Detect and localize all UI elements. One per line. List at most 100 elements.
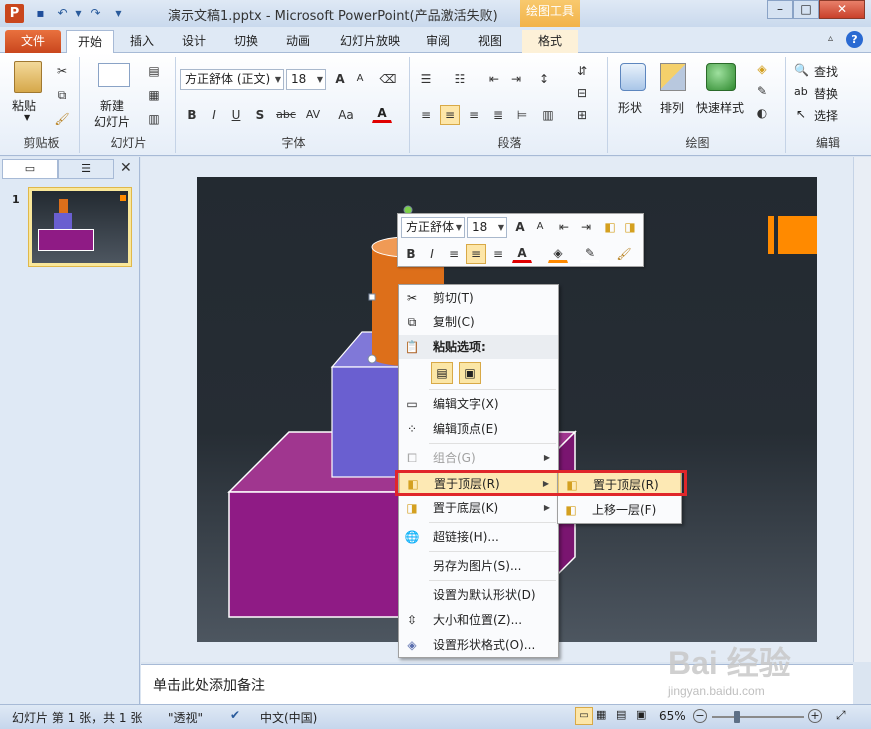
strikethrough-button[interactable]: abc <box>274 105 298 125</box>
vertical-scrollbar[interactable] <box>853 157 871 662</box>
cut-icon[interactable]: ✂ <box>52 61 72 81</box>
clear-formatting-icon[interactable]: ⌫ <box>378 69 398 89</box>
menu-item-size-position[interactable]: ⇳ 大小和位置(Z)... <box>399 608 558 632</box>
shapes-button-label[interactable]: 形状 <box>618 99 642 116</box>
align-right-icon[interactable]: ≡ <box>464 105 484 125</box>
select-icon[interactable]: ↖ <box>796 107 806 121</box>
reset-slide-icon[interactable]: ▦ <box>144 85 164 105</box>
shape-fill-icon[interactable]: ◈ <box>752 59 772 79</box>
quick-styles-button-label[interactable]: 快速样式 <box>696 99 744 116</box>
fit-to-window-icon[interactable]: ⤢ <box>836 708 846 723</box>
decrease-indent-icon[interactable]: ⇤ <box>484 69 504 89</box>
tab-animations[interactable]: 动画 <box>276 30 320 53</box>
shrink-font-icon[interactable]: A <box>350 69 370 89</box>
char-spacing-button[interactable]: AV <box>302 105 324 125</box>
mini-fill-color-icon[interactable]: ◈ <box>548 243 568 263</box>
menu-item-hyperlink[interactable]: 🌐 超链接(H)... <box>399 525 558 549</box>
new-slide-icon[interactable] <box>98 63 130 87</box>
zoom-level[interactable]: 65% <box>659 709 686 723</box>
columns-icon[interactable]: ▥ <box>538 105 558 125</box>
reading-view-icon[interactable]: ▤ <box>616 708 626 721</box>
grow-font-icon[interactable]: A <box>330 69 350 89</box>
tab-format[interactable]: 格式 <box>522 30 578 53</box>
new-slide-label-line2[interactable]: 幻灯片 <box>94 113 130 130</box>
paste-dropdown-icon[interactable]: ▼ <box>24 113 30 122</box>
tab-view[interactable]: 视图 <box>468 30 512 53</box>
undo-icon[interactable]: ↶ <box>54 5 71 22</box>
justify-icon[interactable]: ≣ <box>488 105 508 125</box>
menu-item-save-as-picture[interactable]: 另存为图片(S)... <box>399 554 558 578</box>
replace-button[interactable]: 替换 <box>814 85 838 102</box>
format-painter-icon[interactable]: 🖌 <box>52 109 72 129</box>
change-case-button[interactable]: Aa <box>334 105 358 125</box>
mini-bring-forward-icon[interactable]: ◧ <box>600 217 620 237</box>
copy-icon[interactable]: ⧉ <box>52 85 72 105</box>
menu-item-copy[interactable]: ⧉ 复制(C) <box>399 310 558 334</box>
replace-icon[interactable]: ab <box>794 85 808 98</box>
menu-item-set-default-shape[interactable]: 设置为默认形状(D) <box>399 583 558 607</box>
paste-keep-source-icon[interactable]: ▤ <box>431 362 453 384</box>
submenu-item-bring-forward[interactable]: ◧ 上移一层(F) <box>558 498 681 522</box>
zoom-in-icon[interactable]: + <box>808 709 822 723</box>
mini-align-right-icon[interactable]: ≡ <box>488 244 508 264</box>
align-center-icon[interactable]: ≡ <box>440 105 460 125</box>
normal-view-icon[interactable]: ▭ <box>575 707 593 725</box>
undo-dropdown-icon[interactable]: ▼ <box>70 5 87 22</box>
mini-shrink-font-icon[interactable]: A <box>530 217 550 237</box>
menu-item-edit-text[interactable]: ▭ 编辑文字(X) <box>399 392 558 416</box>
menu-item-edit-points[interactable]: ⁘ 编辑顶点(E) <box>399 417 558 441</box>
font-color-button[interactable]: A <box>372 103 392 123</box>
align-left-icon[interactable]: ≡ <box>416 105 436 125</box>
tab-insert[interactable]: 插入 <box>120 30 164 53</box>
increase-indent-icon[interactable]: ⇥ <box>506 69 526 89</box>
tab-review[interactable]: 审阅 <box>416 30 460 53</box>
help-icon[interactable]: ? <box>846 31 863 48</box>
mini-align-left-icon[interactable]: ≡ <box>444 244 464 264</box>
redo-icon[interactable]: ↷ <box>87 5 104 22</box>
tab-slideshow[interactable]: 幻灯片放映 <box>330 30 410 53</box>
slide-sorter-icon[interactable]: ▦ <box>596 708 606 721</box>
paste-as-picture-icon[interactable]: ▣ <box>459 362 481 384</box>
align-text-icon[interactable]: ⊟ <box>572 83 592 103</box>
menu-item-group[interactable]: ⧠ 组合(G) ▶ <box>399 446 558 470</box>
mini-font-color-icon[interactable]: A <box>512 243 532 263</box>
smartart-icon[interactable]: ⊞ <box>572 105 592 125</box>
paste-icon[interactable] <box>14 61 42 93</box>
select-button[interactable]: 选择 <box>814 107 838 124</box>
language-status[interactable]: 中文(中国) <box>260 709 317 726</box>
spell-check-icon[interactable]: ✔ <box>230 708 240 722</box>
tab-design[interactable]: 设计 <box>172 30 216 53</box>
mini-align-center-icon[interactable]: ≡ <box>466 244 486 264</box>
slide-thumbnail[interactable] <box>28 187 132 267</box>
distribute-icon[interactable]: ⊨ <box>512 105 532 125</box>
tab-file[interactable]: 文件 <box>5 30 61 53</box>
zoom-slider-thumb[interactable] <box>734 711 740 723</box>
close-panel-icon[interactable]: ✕ <box>120 160 132 176</box>
tab-home[interactable]: 开始 <box>66 30 114 54</box>
customize-qat-icon[interactable]: ▼ <box>110 5 127 22</box>
find-button[interactable]: 查找 <box>814 63 838 80</box>
minimize-button[interactable]: – <box>767 0 793 19</box>
slideshow-view-icon[interactable]: ▣ <box>636 708 646 721</box>
mini-outline-color-icon[interactable]: ✎ <box>580 243 600 263</box>
font-name-combo[interactable]: 方正舒体 (正文) ▼ <box>180 69 284 90</box>
shapes-icon[interactable] <box>620 63 646 91</box>
zoom-out-icon[interactable]: − <box>693 709 707 723</box>
font-size-combo[interactable]: 18 ▼ <box>286 69 326 90</box>
section-icon[interactable]: ▥ <box>144 109 164 129</box>
arrange-icon[interactable] <box>660 63 686 91</box>
layout-icon[interactable]: ▤ <box>144 61 164 81</box>
shape-effects-icon[interactable]: ◐ <box>752 103 772 123</box>
collapse-ribbon-icon[interactable]: ▵ <box>828 33 833 44</box>
menu-item-cut[interactable]: ✂ 剪切(T) <box>399 286 558 310</box>
mini-decrease-indent-icon[interactable]: ⇤ <box>554 217 574 237</box>
find-icon[interactable]: 🔍 <box>794 63 809 77</box>
outline-tab[interactable]: ☰ <box>58 159 114 179</box>
mini-format-painter-icon[interactable]: 🖌 <box>614 244 634 264</box>
bullets-icon[interactable]: ☰ <box>416 69 436 89</box>
mini-send-backward-icon[interactable]: ◨ <box>620 217 640 237</box>
menu-item-format-shape[interactable]: ◈ 设置形状格式(O)... <box>399 633 558 657</box>
close-button[interactable]: ✕ <box>819 0 865 19</box>
arrange-button-label[interactable]: 排列 <box>660 99 684 116</box>
mini-grow-font-icon[interactable]: A <box>510 217 530 237</box>
